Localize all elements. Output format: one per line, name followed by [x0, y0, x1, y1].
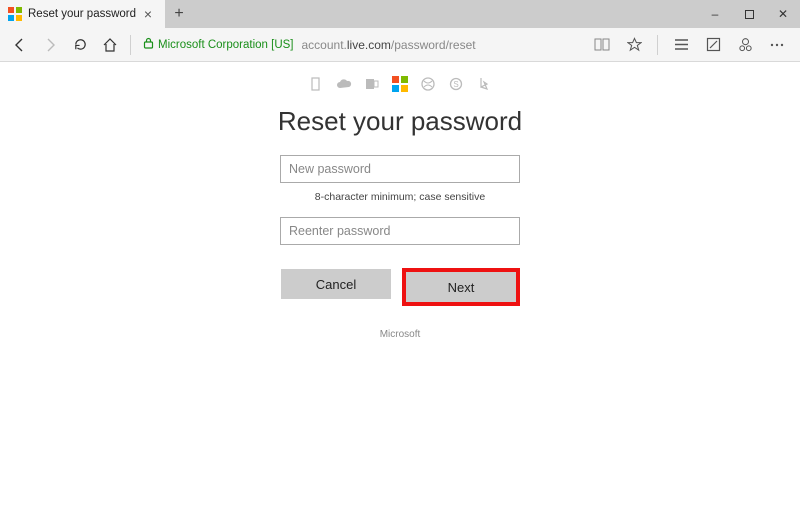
button-row: Cancel Next	[250, 269, 550, 305]
tab-close-button[interactable]: ×	[141, 7, 155, 21]
microsoft-icon	[392, 76, 408, 92]
xbox-icon	[420, 76, 436, 92]
next-button-highlight: Next	[403, 269, 519, 305]
separator	[130, 35, 131, 55]
onedrive-icon	[336, 76, 352, 92]
url-text: account.live.com/password/reset	[302, 38, 476, 52]
hub-icon[interactable]	[668, 31, 694, 59]
back-button[interactable]	[6, 31, 34, 59]
browser-tab[interactable]: Reset your password ×	[0, 0, 165, 28]
refresh-button[interactable]	[66, 31, 94, 59]
maximize-button[interactable]	[732, 0, 766, 28]
home-button[interactable]	[96, 31, 124, 59]
tab-title: Reset your password	[28, 8, 141, 20]
microsoft-icon	[8, 7, 22, 21]
address-bar[interactable]: Microsoft Corporation [US] account.live.…	[137, 31, 587, 59]
reading-view-icon[interactable]	[589, 31, 615, 59]
new-tab-button[interactable]: +	[165, 0, 193, 28]
footer-brand: Microsoft	[250, 329, 550, 340]
outlook-icon	[364, 76, 380, 92]
page-heading: Reset your password	[250, 106, 550, 137]
separator	[657, 35, 658, 55]
new-password-input[interactable]	[280, 155, 520, 183]
cert-owner: Microsoft Corporation [US]	[158, 39, 294, 51]
toolbar-right	[589, 31, 794, 59]
next-button[interactable]: Next	[406, 272, 516, 302]
favorite-icon[interactable]	[621, 31, 647, 59]
cancel-button[interactable]: Cancel	[281, 269, 391, 299]
minimize-button[interactable]: –	[698, 0, 732, 28]
more-icon[interactable]	[764, 31, 790, 59]
share-icon[interactable]	[732, 31, 758, 59]
title-bar: Reset your password × + – ✕	[0, 0, 800, 28]
window-close-button[interactable]: ✕	[766, 0, 800, 28]
forward-button[interactable]	[36, 31, 64, 59]
reenter-password-input[interactable]	[280, 217, 520, 245]
skype-icon: S	[448, 76, 464, 92]
window-controls: – ✕	[698, 0, 800, 28]
note-icon[interactable]	[700, 31, 726, 59]
toolbar: Microsoft Corporation [US] account.live.…	[0, 28, 800, 62]
bing-icon	[476, 76, 492, 92]
svg-text:S: S	[453, 80, 458, 89]
office-icon	[308, 76, 324, 92]
lock-icon	[143, 37, 154, 52]
page-content: S Reset your password 8-character minimu…	[0, 62, 800, 511]
password-hint: 8-character minimum; case sensitive	[250, 191, 550, 203]
product-icon-row: S	[250, 76, 550, 92]
